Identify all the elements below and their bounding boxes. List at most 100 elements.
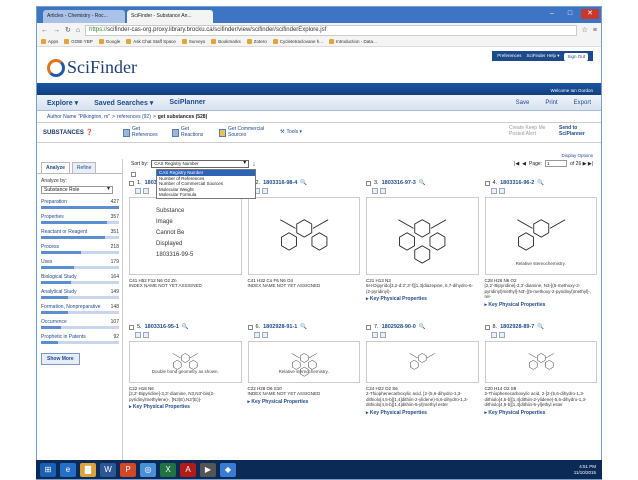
page-input[interactable]: 1 — [545, 160, 568, 167]
ie-icon[interactable]: e — [60, 462, 76, 477]
bookmark-apps[interactable]: Apps — [41, 39, 58, 44]
references-icon[interactable] — [135, 188, 141, 194]
back-icon[interactable]: ← — [41, 27, 48, 34]
start-icon[interactable]: ⊞ — [40, 462, 56, 477]
tab-refine[interactable]: Refine — [71, 162, 97, 173]
search-icon[interactable]: 🔍 — [300, 324, 307, 330]
prev-page-icon[interactable]: ◀ — [522, 161, 526, 167]
references-icon[interactable] — [372, 332, 378, 338]
card-checkbox[interactable] — [484, 180, 490, 186]
cas-number-link[interactable]: 1803316-97-3 — [382, 180, 416, 186]
bookmark-intro[interactable]: Introduction - Data... — [329, 39, 377, 44]
get-references-button[interactable]: Get References — [123, 126, 160, 138]
chrome-icon[interactable]: ◎ — [140, 462, 156, 477]
key-physical-properties-link[interactable]: ▸ Key Physical Properties — [248, 399, 361, 405]
explore-menu[interactable]: Explore ▾ — [47, 99, 78, 107]
scifinder-logo[interactable]: SciFinder — [47, 57, 137, 78]
reactions-icon[interactable] — [380, 188, 386, 194]
bookmark-gobi[interactable]: GOBI YBP — [64, 39, 93, 44]
excel-icon[interactable]: X — [160, 462, 176, 477]
facet-row[interactable]: Analytical Study 149 — [41, 289, 119, 299]
search-icon[interactable]: 🔍 — [537, 180, 544, 186]
cas-number-link[interactable]: 1802928-91-1 — [263, 324, 297, 330]
bookmark-bookmarks[interactable]: Bookmarks — [211, 39, 241, 44]
preferences-link[interactable]: Preferences — [497, 51, 521, 61]
search-icon[interactable]: 🔍 — [419, 324, 426, 330]
tab-analyze[interactable]: Analyze — [41, 162, 70, 173]
reactions-icon[interactable] — [498, 188, 505, 194]
show-more-button[interactable]: Show More — [41, 353, 80, 365]
bookmark-google[interactable]: Google — [98, 39, 120, 44]
sign-out-button[interactable]: Sign Out — [564, 52, 588, 61]
tools-menu[interactable]: ⚒ Tools ▾ — [280, 129, 302, 136]
search-icon[interactable]: 🔍 — [419, 180, 426, 186]
facet-row[interactable]: Occurrence 107 — [41, 319, 119, 329]
first-page-icon[interactable]: |◀ — [514, 161, 519, 167]
acrobat-icon[interactable]: A — [180, 462, 196, 477]
app-icon[interactable]: ◆ — [220, 462, 236, 477]
breadcrumb-references[interactable]: references (92) — [117, 114, 151, 120]
structure-image[interactable]: Double bond geometry as shown. — [129, 341, 242, 383]
display-options-link[interactable]: Display Options — [561, 153, 593, 158]
sciplanner-link[interactable]: SciPlanner — [169, 99, 205, 106]
powerpoint-icon[interactable]: P — [120, 462, 136, 477]
reactions-icon[interactable] — [498, 332, 505, 338]
reactions-icon[interactable] — [380, 332, 386, 338]
references-icon[interactable] — [372, 188, 378, 194]
cas-number-link[interactable]: 1802928-89-7 — [500, 324, 534, 330]
bookmark-cyclo[interactable]: Cycletetraclovane h... — [272, 39, 323, 44]
structure-image[interactable] — [484, 341, 597, 383]
cas-number-link[interactable]: 1803316-96-2 — [500, 180, 534, 186]
print-link[interactable]: Print — [545, 100, 557, 106]
media-icon[interactable]: ▶ — [200, 462, 216, 477]
maximize-icon[interactable]: □ — [561, 9, 579, 19]
cas-number-link[interactable]: 1803316-98-4 — [263, 180, 297, 186]
facet-row[interactable]: Preparation 427 — [41, 199, 119, 209]
structure-image[interactable] — [247, 197, 360, 275]
bookmark-ask-chat[interactable]: Ask Chat Staff Space — [126, 39, 176, 44]
reload-icon[interactable]: ↻ — [65, 26, 71, 34]
references-icon[interactable] — [135, 332, 141, 338]
key-physical-properties-link[interactable]: ▸ Key Physical Properties — [485, 410, 598, 416]
select-all-checkbox[interactable] — [131, 171, 136, 177]
facet-row[interactable]: Properties 357 — [41, 214, 119, 224]
sort-option[interactable]: Molecular Formula — [157, 192, 255, 198]
facet-row[interactable]: Prophetic in Patents 92 — [41, 334, 119, 344]
references-icon[interactable] — [490, 332, 497, 338]
references-icon[interactable] — [490, 188, 497, 194]
structure-image[interactable]: Relative stereochemistry. — [247, 341, 360, 383]
saved-searches-menu[interactable]: Saved Searches ▾ — [94, 99, 153, 107]
facet-row[interactable]: Process 218 — [41, 244, 119, 254]
facet-row[interactable]: Biological Study 164 — [41, 274, 119, 284]
star-icon[interactable]: ☆ — [582, 26, 588, 34]
reactions-icon[interactable] — [143, 188, 149, 194]
keep-me-posted-button[interactable]: Create Keep Me Posted Alert — [509, 125, 549, 137]
folder-icon[interactable]: ▇ — [80, 462, 96, 477]
help-link[interactable]: SciFinder Help ▾ — [526, 51, 559, 61]
search-icon[interactable]: 🔍 — [537, 324, 544, 330]
home-icon[interactable]: ⌂ — [76, 27, 80, 34]
search-icon[interactable]: 🔍 — [182, 324, 189, 330]
menu-icon[interactable]: ≡ — [593, 27, 597, 34]
key-physical-properties-link[interactable]: ▸ Key Physical Properties — [485, 302, 598, 308]
facet-row[interactable]: Formation, Nonpreparative 148 — [41, 304, 119, 314]
card-checkbox[interactable] — [247, 324, 253, 330]
reactions-icon[interactable] — [143, 332, 149, 338]
export-link[interactable]: Export — [574, 100, 591, 106]
save-link[interactable]: Save — [516, 100, 530, 106]
get-reactions-button[interactable]: Get Reactions — [172, 126, 207, 138]
sort-select[interactable]: CAS Registry Number — [151, 160, 250, 168]
reactions-icon[interactable] — [261, 332, 268, 338]
tab-scifinder[interactable]: SciFinder - Substance An... — [127, 10, 213, 23]
analyze-by-select[interactable]: Substance Role — [41, 186, 113, 194]
close-icon[interactable]: ✕ — [581, 9, 599, 19]
key-physical-properties-link[interactable]: ▸ Key Physical Properties — [366, 410, 479, 416]
structure-image[interactable] — [366, 341, 479, 383]
card-checkbox[interactable] — [129, 180, 134, 186]
help-icon[interactable]: ❓ — [86, 130, 93, 136]
url-field[interactable]: https://scifinder-cas-org.proxy.library.… — [85, 24, 577, 36]
search-icon[interactable]: 🔍 — [300, 180, 307, 186]
bookmark-zotero[interactable]: Zotero — [246, 39, 267, 44]
facet-row[interactable]: Reactant or Reagent 351 — [41, 229, 119, 239]
structure-image[interactable]: Substance Image Cannot Be Displayed 1803316-… — [129, 197, 242, 275]
